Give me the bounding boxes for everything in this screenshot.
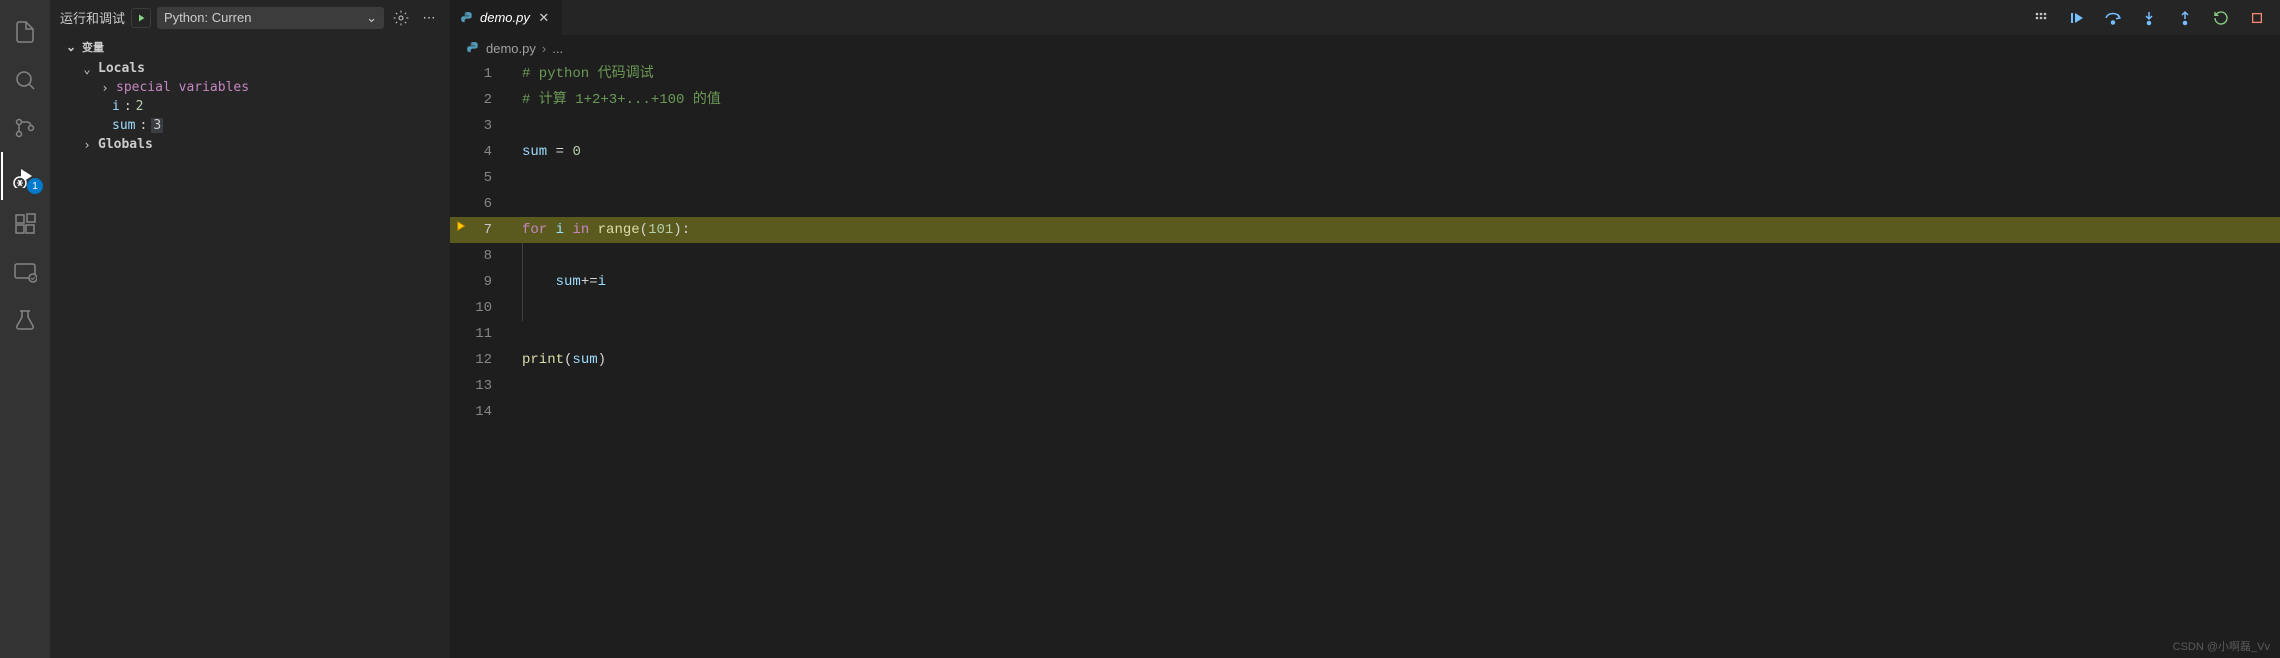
line-5[interactable]: 5: [450, 165, 2280, 191]
breadcrumb-tail: ...: [552, 41, 563, 56]
python-icon: [460, 11, 474, 25]
step-into-button[interactable]: [2136, 5, 2162, 31]
chevron-down-icon: ⌄: [80, 62, 94, 76]
variables-label: 变量: [82, 39, 104, 55]
debug-sidebar: 运行和调试 Python: Curren ⌄ ⋯ ⌄ 变量 ⌄ Locals ›…: [50, 0, 450, 658]
stop-button[interactable]: [2244, 5, 2270, 31]
chevron-right-icon: ›: [80, 138, 94, 152]
line-11[interactable]: 11: [450, 321, 2280, 347]
source-control-icon[interactable]: [1, 104, 49, 152]
watermark: CSDN @小啊磊_Vv: [2173, 638, 2270, 654]
variables-section-header[interactable]: ⌄ 变量: [50, 35, 450, 59]
line-1[interactable]: 1# python 代码调试: [450, 61, 2280, 87]
testing-icon[interactable]: [1, 296, 49, 344]
special-variables-item[interactable]: › special variables: [50, 78, 450, 97]
debug-toolbar: [2018, 0, 2280, 35]
editor-body[interactable]: 1# python 代码调试 2# 计算 1+2+3+...+100 的值 3 …: [450, 61, 2280, 658]
chevron-down-icon: ⌄: [366, 10, 377, 26]
line-9[interactable]: 9 sum+=i: [450, 269, 2280, 295]
line-3[interactable]: 3: [450, 113, 2280, 139]
chevron-right-icon: ›: [98, 81, 112, 95]
var-value: 2: [136, 99, 144, 114]
drag-handle-icon[interactable]: [2028, 5, 2054, 31]
line-14[interactable]: 14: [450, 399, 2280, 425]
variable-sum[interactable]: sum: 3: [50, 116, 450, 135]
line-13[interactable]: 13: [450, 373, 2280, 399]
gear-icon[interactable]: [390, 7, 412, 29]
current-line-arrow-icon: [450, 217, 474, 243]
debug-badge: 1: [27, 178, 43, 194]
code-content: 1# python 代码调试 2# 计算 1+2+3+...+100 的值 3 …: [450, 61, 2280, 658]
tabs-row: demo.py ✕: [450, 0, 2280, 35]
editor-area: demo.py ✕: [450, 0, 2280, 658]
continue-button[interactable]: [2064, 5, 2090, 31]
breadcrumbs[interactable]: demo.py › ...: [450, 35, 2280, 61]
line-8[interactable]: 8: [450, 243, 2280, 269]
start-debug-button[interactable]: [131, 8, 151, 28]
locals-scope[interactable]: ⌄ Locals: [50, 59, 450, 78]
chevron-down-icon: ⌄: [64, 40, 78, 54]
python-icon: [466, 41, 480, 55]
run-debug-icon[interactable]: 1: [1, 152, 49, 200]
var-name: sum: [112, 118, 135, 133]
var-name: i: [112, 99, 120, 114]
more-icon[interactable]: ⋯: [418, 7, 440, 29]
files-icon[interactable]: [1, 8, 49, 56]
line-2[interactable]: 2# 计算 1+2+3+...+100 的值: [450, 87, 2280, 113]
debug-title: 运行和调试: [60, 8, 125, 27]
line-10[interactable]: 10: [450, 295, 2280, 321]
step-out-button[interactable]: [2172, 5, 2198, 31]
tab-filename: demo.py: [480, 10, 530, 25]
line-6[interactable]: 6: [450, 191, 2280, 217]
config-name: Python: Curren: [164, 10, 251, 25]
locals-label: Locals: [98, 61, 145, 76]
search-icon[interactable]: [1, 56, 49, 104]
globals-scope[interactable]: › Globals: [50, 135, 450, 154]
remote-icon[interactable]: [1, 248, 49, 296]
globals-label: Globals: [98, 137, 153, 152]
line-7[interactable]: 7 for i in range(101):: [450, 217, 2280, 243]
activity-bar: 1: [0, 0, 50, 658]
extensions-icon[interactable]: [1, 200, 49, 248]
close-icon[interactable]: ✕: [536, 10, 552, 26]
step-over-button[interactable]: [2100, 5, 2126, 31]
line-12[interactable]: 12print(sum): [450, 347, 2280, 373]
var-value: 3: [151, 118, 163, 133]
tab-demo-py[interactable]: demo.py ✕: [450, 0, 563, 35]
debug-header: 运行和调试 Python: Curren ⌄ ⋯: [50, 0, 450, 35]
variable-i[interactable]: i: 2: [50, 97, 450, 116]
special-vars-label: special variables: [116, 80, 249, 95]
line-4[interactable]: 4sum = 0: [450, 139, 2280, 165]
debug-config-select[interactable]: Python: Curren ⌄: [157, 7, 384, 29]
breadcrumb-sep: ›: [542, 41, 546, 56]
restart-button[interactable]: [2208, 5, 2234, 31]
breadcrumb-file: demo.py: [486, 41, 536, 56]
